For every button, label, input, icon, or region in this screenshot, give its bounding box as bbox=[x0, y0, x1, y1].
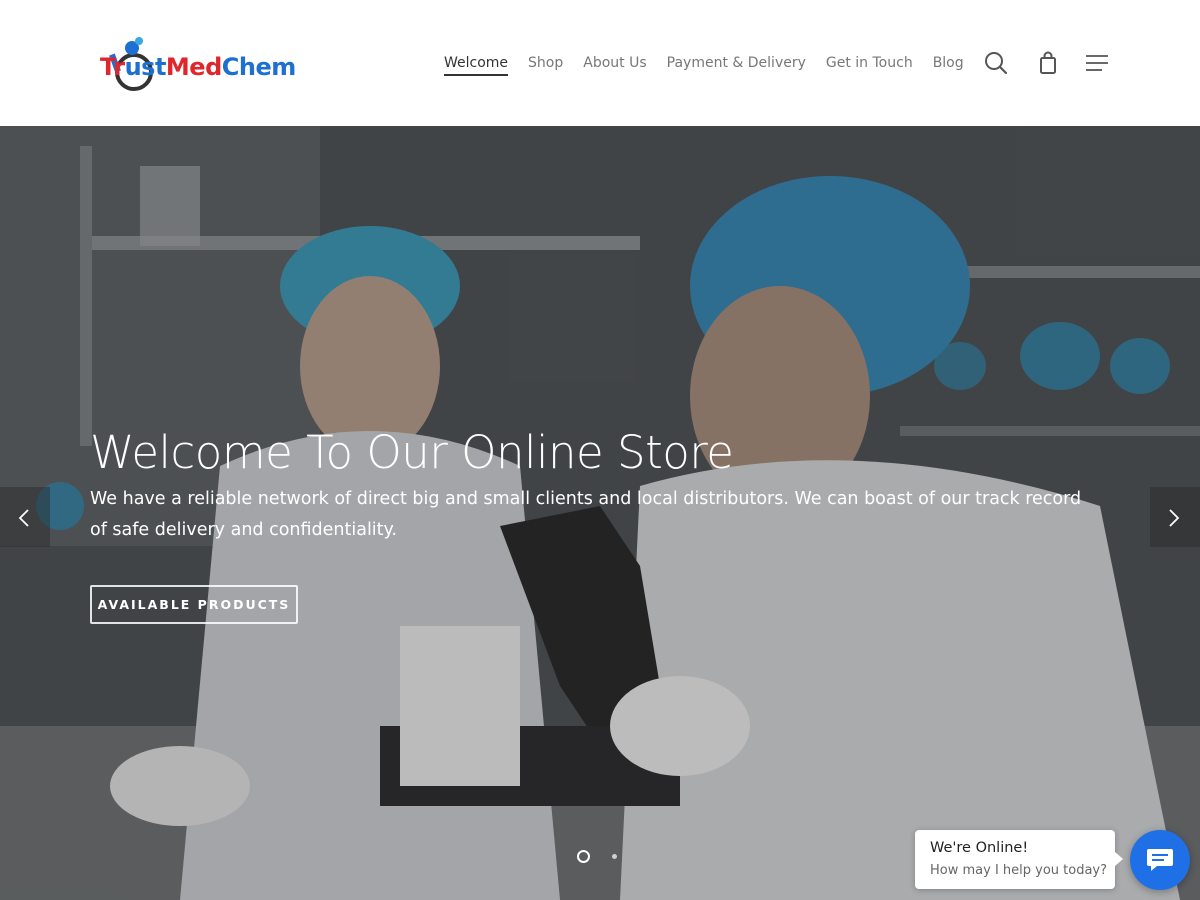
chevron-right-icon bbox=[1169, 509, 1180, 527]
search-icon[interactable] bbox=[983, 50, 1009, 76]
site-header: TrustMedChem Welcome Shop About Us Payme… bbox=[0, 0, 1200, 126]
nav-item-welcome[interactable]: Welcome bbox=[444, 52, 509, 76]
site-logo[interactable]: TrustMedChem bbox=[98, 34, 296, 96]
logo-text: TrustMedChem bbox=[100, 53, 296, 81]
available-products-button[interactable]: AVAILABLE PRODUCTS bbox=[90, 585, 298, 624]
slider-dot-2[interactable] bbox=[612, 854, 617, 859]
nav-item-shop[interactable]: Shop bbox=[528, 52, 563, 74]
nav-item-blog[interactable]: Blog bbox=[933, 52, 964, 74]
hero-title: Welcome To Our Online Store bbox=[90, 426, 734, 479]
nav-item-payment-delivery[interactable]: Payment & Delivery bbox=[667, 52, 806, 74]
slider-next-button[interactable] bbox=[1150, 487, 1200, 547]
nav-item-about-us[interactable]: About Us bbox=[583, 52, 646, 74]
slider-dot-1[interactable] bbox=[577, 850, 590, 863]
chat-subtitle: How may I help you today? bbox=[930, 863, 1108, 878]
hero-slider: Welcome To Our Online Store We have a re… bbox=[0, 126, 1200, 900]
shopping-bag-icon[interactable] bbox=[1035, 50, 1061, 76]
chevron-left-icon bbox=[18, 509, 29, 527]
chat-launcher-button[interactable] bbox=[1130, 830, 1190, 890]
slider-prev-button[interactable] bbox=[0, 487, 50, 547]
hero-description: We have a reliable network of direct big… bbox=[90, 489, 1082, 540]
slider-pagination bbox=[577, 850, 617, 863]
chat-title: We're Online! bbox=[930, 840, 1029, 856]
menu-icon[interactable] bbox=[1084, 50, 1110, 76]
chat-icon bbox=[1147, 849, 1173, 871]
main-nav: Welcome Shop About Us Payment & Delivery… bbox=[444, 52, 984, 76]
chat-greeting-bubble[interactable]: We're Online! How may I help you today? bbox=[915, 830, 1123, 889]
nav-item-get-in-touch[interactable]: Get in Touch bbox=[826, 52, 913, 74]
